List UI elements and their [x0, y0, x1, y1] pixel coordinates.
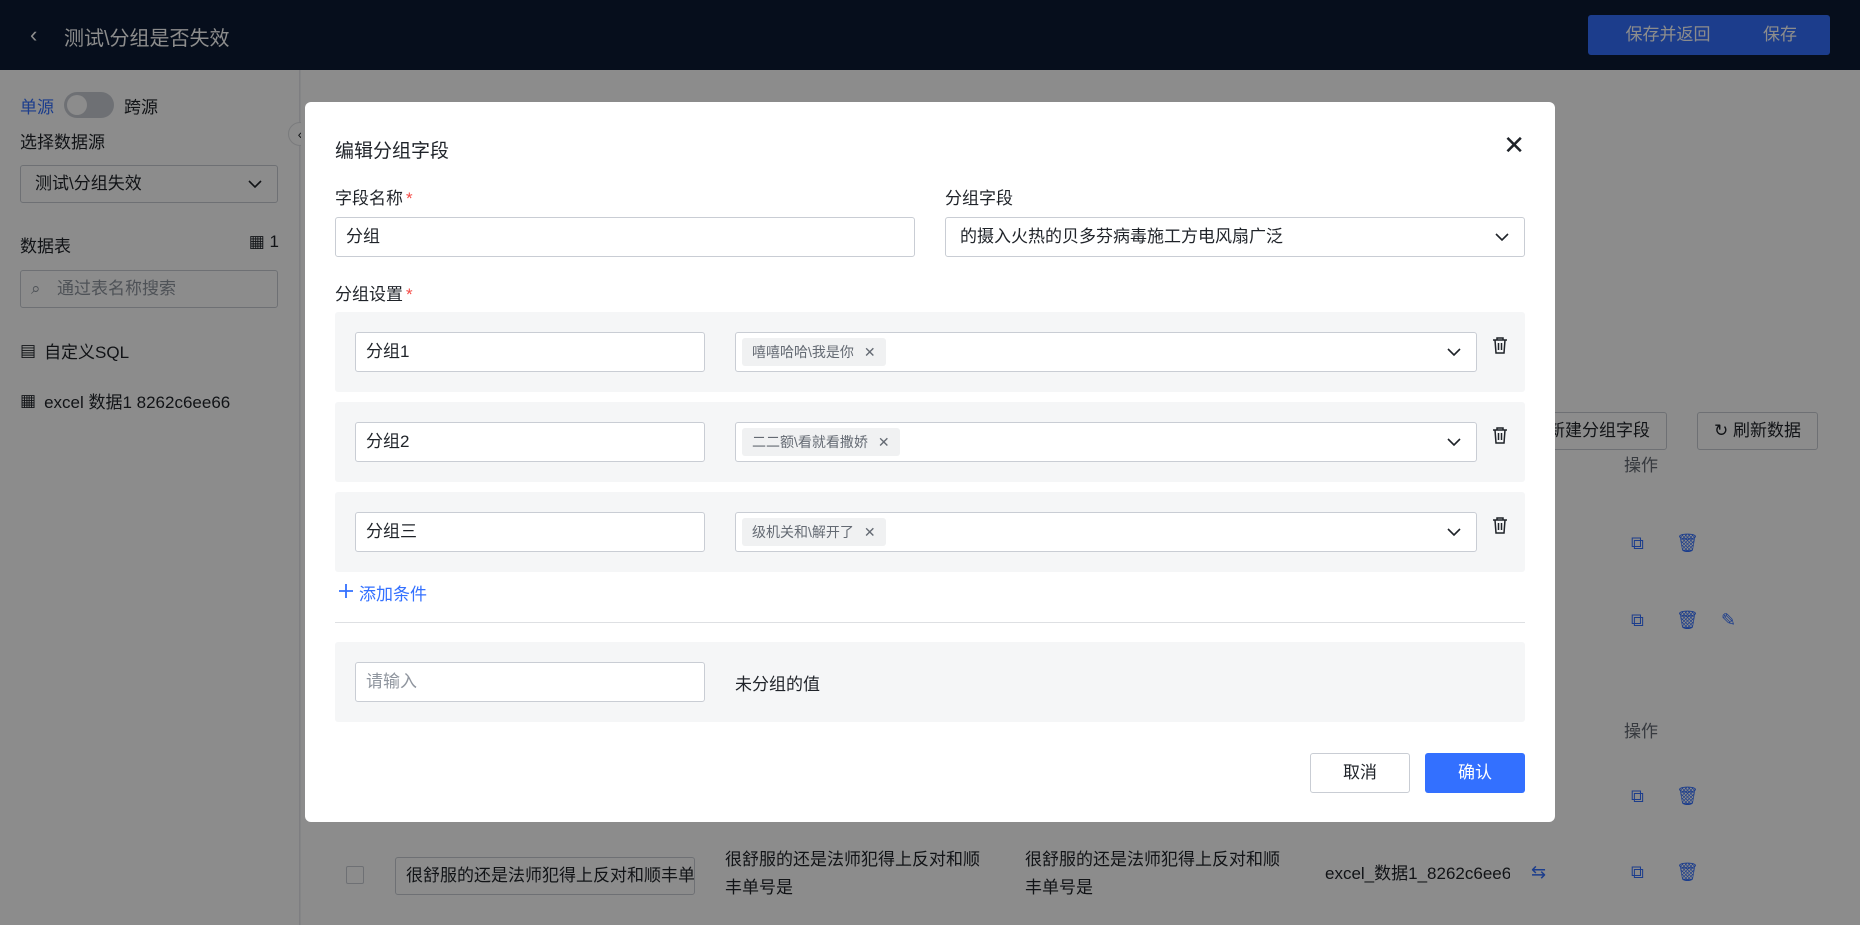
delete-group-icon[interactable] — [1492, 336, 1508, 359]
group-field-label: 分组字段 — [945, 189, 1013, 208]
group-row: 分组1 嘻嘻哈哈\我是你 ✕ — [335, 312, 1525, 392]
tag-remove-icon[interactable]: ✕ — [864, 524, 876, 540]
group-row: 分组2 二二额\看就看撒娇 ✕ — [335, 402, 1525, 482]
confirm-button[interactable]: 确认 — [1425, 753, 1525, 793]
plus-icon — [339, 583, 353, 603]
group-field-value: 的摄入火热的贝多芬病毒施工方电风扇广泛 — [960, 227, 1283, 246]
chevron-down-icon — [1446, 341, 1462, 368]
group-field-select[interactable]: 的摄入火热的贝多芬病毒施工方电风扇广泛 — [945, 217, 1525, 257]
add-condition-button[interactable]: 添加条件 — [339, 580, 427, 605]
group-row: 分组三 级机关和\解开了 ✕ — [335, 492, 1525, 572]
chevron-down-icon — [1446, 521, 1462, 548]
chevron-down-icon — [1446, 431, 1462, 458]
delete-group-icon[interactable] — [1492, 426, 1508, 449]
group-name-input[interactable]: 分组三 — [355, 512, 705, 552]
group-values-select[interactable]: 嘻嘻哈哈\我是你 ✕ — [735, 332, 1477, 372]
cancel-button[interactable]: 取消 — [1310, 753, 1410, 793]
field-name-label: 字段名称 * — [335, 189, 413, 208]
ungrouped-name-input[interactable]: 请输入 — [355, 662, 705, 702]
field-name-input[interactable]: 分组 — [335, 217, 915, 257]
group-settings-label: 分组设置 * — [335, 285, 413, 304]
group-values-select[interactable]: 二二额\看就看撒娇 ✕ — [735, 422, 1477, 462]
dialog-title: 编辑分组字段 — [335, 141, 450, 162]
value-tag: 嘻嘻哈哈\我是你 ✕ — [742, 338, 886, 366]
value-tag: 二二额\看就看撒娇 ✕ — [742, 428, 900, 456]
value-tag: 级机关和\解开了 ✕ — [742, 518, 886, 546]
divider — [335, 622, 1525, 623]
edit-group-field-dialog: 编辑分组字段 ✕ 字段名称 * 分组 分组字段 的摄入火热的贝多芬病毒施工方电风扇… — [305, 102, 1555, 822]
group-values-select[interactable]: 级机关和\解开了 ✕ — [735, 512, 1477, 552]
delete-group-icon[interactable] — [1492, 516, 1508, 539]
ungrouped-values-label: 未分组的值 — [735, 675, 820, 694]
tag-remove-icon[interactable]: ✕ — [878, 434, 890, 450]
group-name-input[interactable]: 分组2 — [355, 422, 705, 462]
ungrouped-row: 请输入 未分组的值 — [335, 642, 1525, 722]
group-name-input[interactable]: 分组1 — [355, 332, 705, 372]
tag-remove-icon[interactable]: ✕ — [864, 344, 876, 360]
close-icon[interactable]: ✕ — [1503, 132, 1525, 158]
chevron-down-icon — [1494, 218, 1510, 256]
